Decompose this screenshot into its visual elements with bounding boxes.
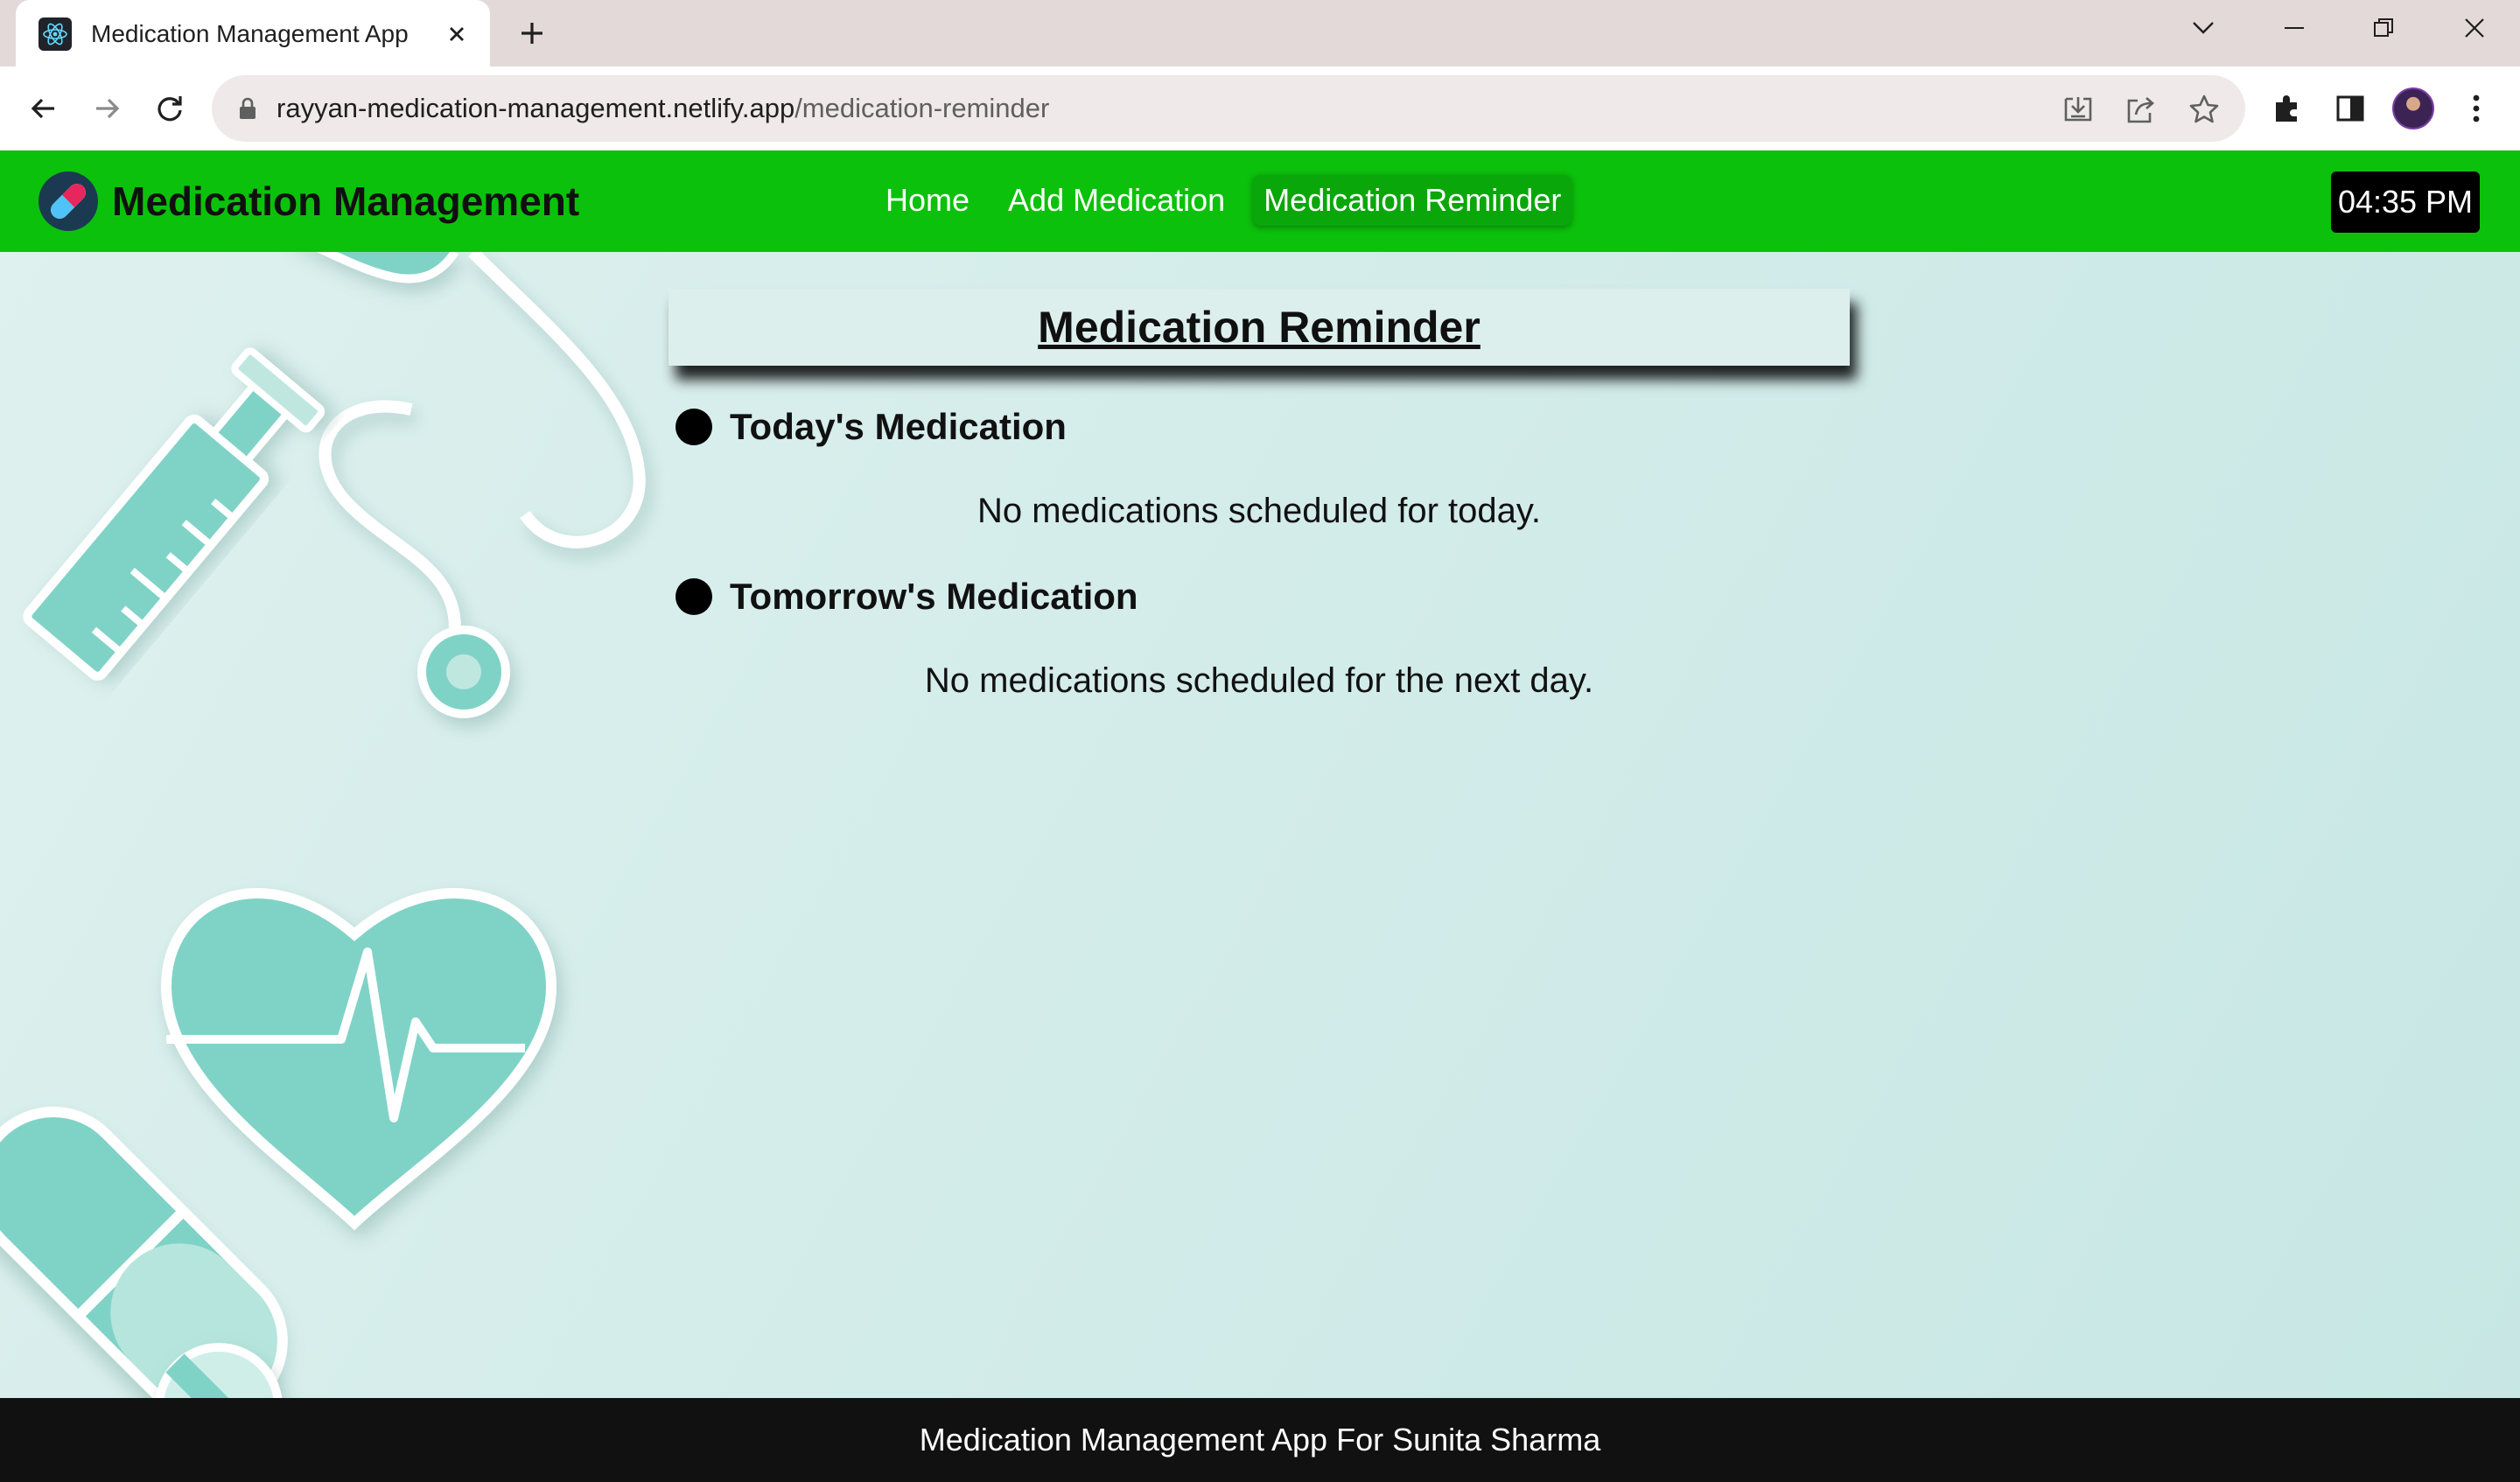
profile-avatar[interactable] bbox=[2392, 87, 2434, 129]
reload-icon[interactable] bbox=[147, 86, 192, 131]
tab-title: Medication Management App bbox=[91, 20, 409, 47]
clock: 04:35 PM bbox=[2331, 171, 2480, 233]
react-favicon-icon bbox=[38, 17, 72, 51]
page-title-card: Medication Reminder bbox=[668, 289, 1850, 366]
nav-link-home[interactable]: Home bbox=[875, 175, 980, 226]
brand[interactable]: Medication Management bbox=[38, 171, 579, 231]
medical-background-illustration bbox=[0, 252, 646, 1398]
page-title: Medication Reminder bbox=[1038, 303, 1480, 352]
install-icon[interactable] bbox=[2060, 91, 2096, 128]
star-icon[interactable] bbox=[2186, 91, 2222, 128]
bullet-icon bbox=[676, 409, 712, 445]
chevron-down-icon[interactable] bbox=[2177, 7, 2230, 49]
footer-text: Medication Management App For Sunita Sha… bbox=[919, 1422, 1601, 1458]
pill-logo-icon bbox=[38, 171, 98, 231]
close-window-icon[interactable] bbox=[2448, 7, 2501, 49]
section-tomorrow-label: Tomorrow's Medication bbox=[730, 576, 1138, 617]
section-tomorrow: Tomorrow's Medication bbox=[676, 576, 1138, 618]
tomorrow-empty-message: No medications scheduled for the next da… bbox=[924, 661, 1594, 700]
app-navbar: Medication Management Home Add Medicatio… bbox=[0, 150, 2520, 252]
share-icon[interactable] bbox=[2123, 91, 2160, 128]
bullet-icon bbox=[676, 578, 712, 615]
brand-name: Medication Management bbox=[112, 178, 580, 224]
url-path: /medication-reminder bbox=[794, 93, 1050, 123]
forward-arrow-icon[interactable] bbox=[84, 86, 130, 131]
restore-icon[interactable] bbox=[2357, 7, 2410, 49]
section-today-label: Today's Medication bbox=[730, 406, 1067, 447]
browser-toolbar: rayyan-medication-management.netlify.app… bbox=[0, 66, 2520, 150]
extensions-icon[interactable] bbox=[2264, 86, 2310, 131]
nav-link-add-medication[interactable]: Add Medication bbox=[998, 175, 1236, 226]
url-text: rayyan-medication-management.netlify.app… bbox=[276, 93, 1049, 124]
browser-tab-strip: Medication Management App bbox=[0, 0, 2520, 68]
url-host: rayyan-medication-management.netlify.app bbox=[276, 93, 795, 123]
more-vertical-icon[interactable] bbox=[2454, 86, 2499, 131]
back-arrow-icon[interactable] bbox=[21, 86, 66, 131]
browser-tab[interactable]: Medication Management App bbox=[16, 0, 490, 68]
nav-links: Home Add Medication Medication Reminder bbox=[875, 175, 1589, 226]
plus-icon[interactable] bbox=[511, 14, 553, 52]
section-today: Today's Medication bbox=[676, 406, 1067, 448]
today-empty-message: No medications scheduled for today. bbox=[976, 492, 1542, 530]
side-panel-icon[interactable] bbox=[2328, 86, 2373, 131]
address-bar[interactable]: rayyan-medication-management.netlify.app… bbox=[212, 75, 2245, 142]
minimize-icon[interactable] bbox=[2268, 7, 2320, 49]
page-footer: Medication Management App For Sunita Sha… bbox=[0, 1398, 2520, 1482]
page-content: Medication Management Home Add Medicatio… bbox=[0, 150, 2520, 1482]
close-icon[interactable] bbox=[438, 15, 476, 53]
nav-link-medication-reminder[interactable]: Medication Reminder bbox=[1253, 175, 1572, 226]
lock-icon[interactable] bbox=[234, 95, 261, 122]
